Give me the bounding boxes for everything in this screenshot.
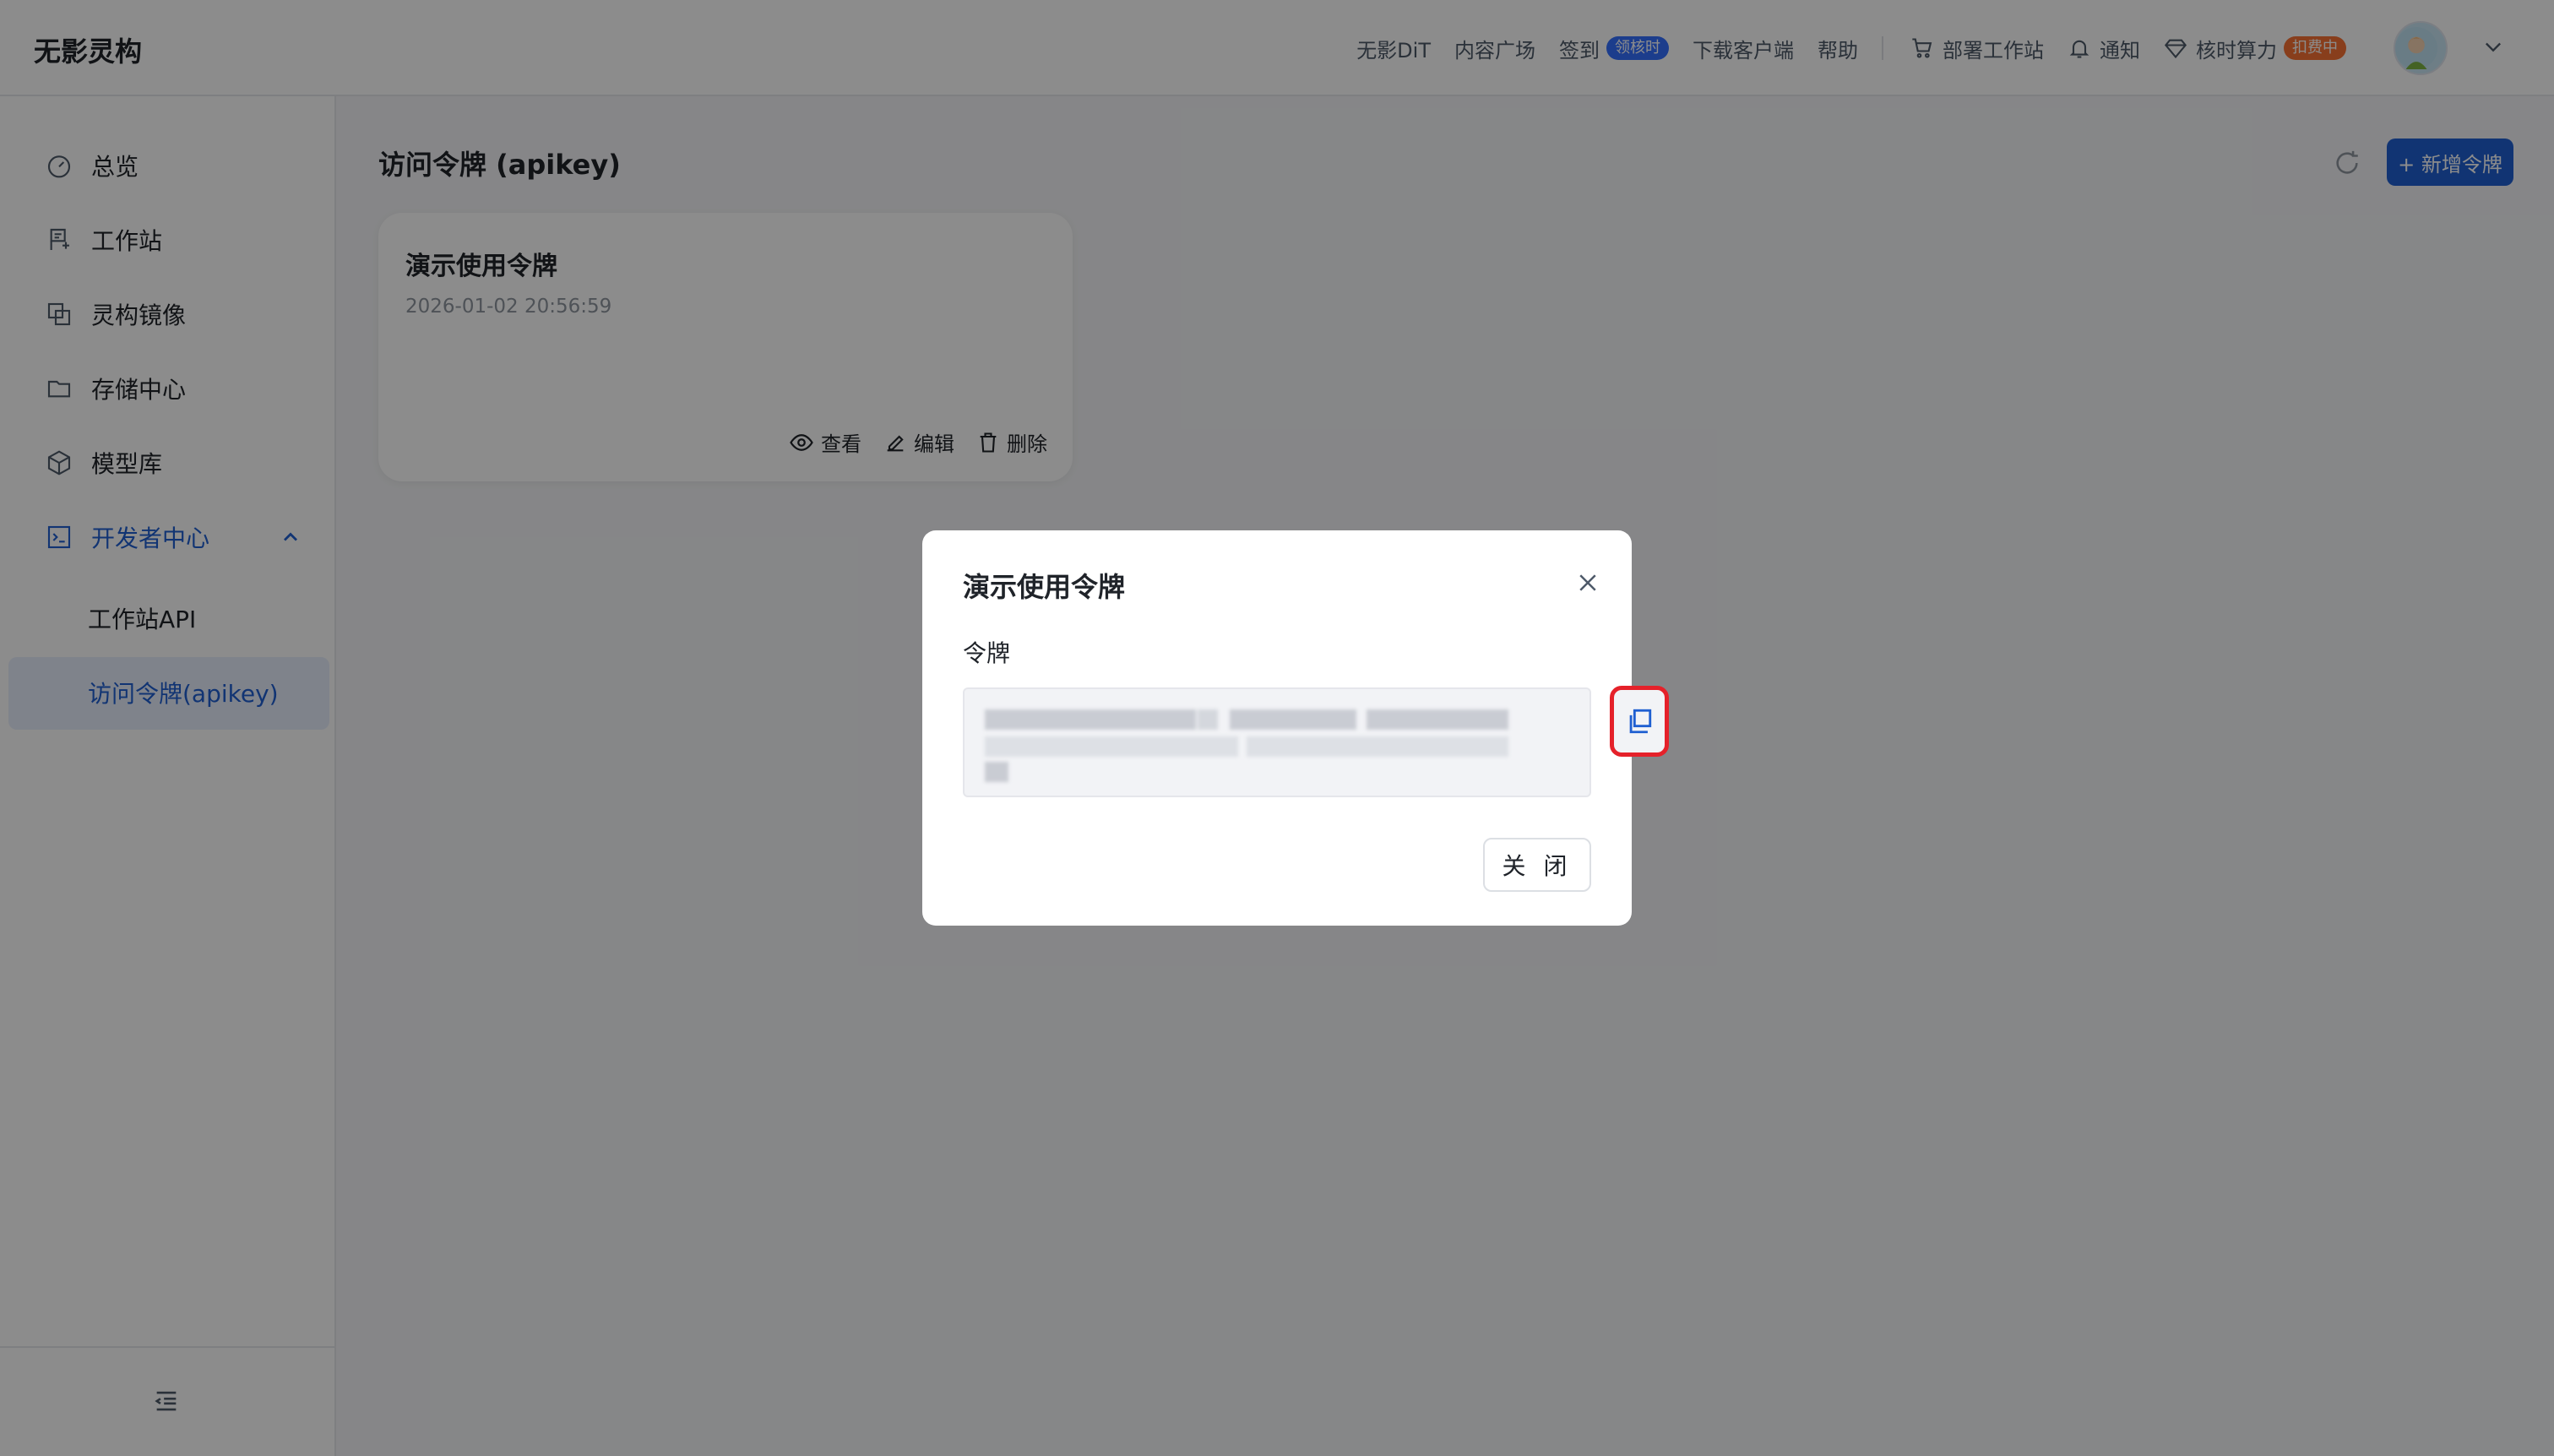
modal-title: 演示使用令牌 [963, 571, 1126, 603]
token-field-label: 令牌 [963, 639, 1011, 667]
close-icon[interactable] [1569, 564, 1606, 601]
token-modal: 演示使用令牌 令牌 关 闭 [922, 530, 1669, 926]
token-value-field[interactable] [963, 687, 1591, 797]
close-button[interactable]: 关 闭 [1483, 838, 1591, 892]
copy-token-button[interactable] [1610, 686, 1669, 757]
copy-icon [1629, 709, 1652, 734]
token-value-redacted [985, 704, 1508, 785]
